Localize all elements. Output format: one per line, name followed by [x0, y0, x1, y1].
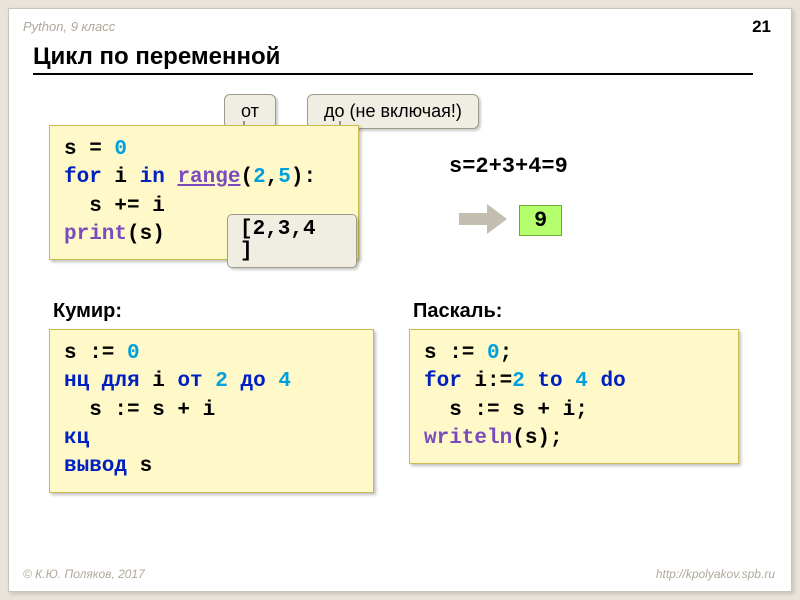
callout-from: от [224, 94, 276, 129]
tok: s := 0; for i:=2 to 4 do s := s + i; wri… [424, 342, 626, 450]
callout-list: [2,3,4 ] [227, 214, 357, 268]
code-kumir: s := 0 нц для i от 2 до 4 s := s + i кц … [49, 329, 374, 493]
page-title: Цикл по переменной [33, 43, 753, 75]
arrow-icon [459, 204, 509, 234]
footer-url: http://kpolyakov.spb.ru [656, 567, 775, 581]
footer-copyright: © К.Ю. Поляков, 2017 [23, 567, 145, 581]
label-kumir: Кумир: [53, 300, 122, 323]
code-pascal: s := 0; for i:=2 to 4 do s := s + i; wri… [409, 329, 739, 464]
result-box: 9 [519, 205, 562, 236]
label-pascal: Паскаль: [413, 300, 502, 323]
equation-text: s=2+3+4=9 [449, 154, 568, 179]
callout-to: до (не включая!) [307, 94, 479, 129]
context-text: Python, 9 класс [23, 19, 115, 34]
tok: s := 0 нц для i от 2 до 4 s := s + i кц … [64, 342, 291, 478]
page-number: 21 [752, 17, 771, 37]
slide: Python, 9 класс 21 Цикл по переменной от… [8, 8, 792, 592]
